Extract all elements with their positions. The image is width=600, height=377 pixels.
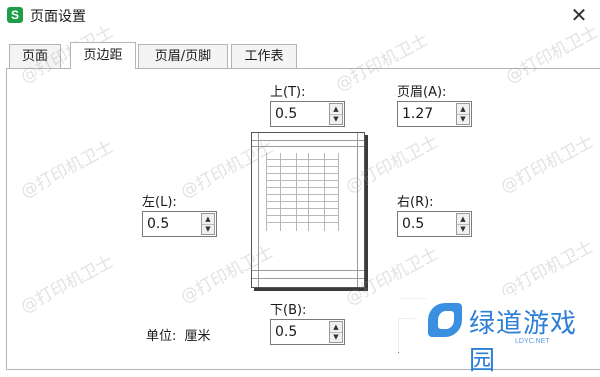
unit-value: 厘米 xyxy=(184,329,211,344)
spinner-buttons: ▲ ▼ xyxy=(456,103,470,125)
title-bar: S 页面设置 ✕ xyxy=(0,0,600,30)
bottom-margin-value[interactable]: 0.5 xyxy=(275,320,297,344)
bottom-margin-spinner[interactable]: 0.5 ▲ ▼ xyxy=(270,319,345,345)
tab-sheet[interactable]: 工作表 xyxy=(231,44,297,68)
top-margin-spinner[interactable]: 0.5 ▲ ▼ xyxy=(270,101,345,127)
left-margin-value[interactable]: 0.5 xyxy=(147,212,169,236)
top-margin-value[interactable]: 0.5 xyxy=(275,102,297,126)
decrement-arrow-icon[interactable]: ▼ xyxy=(330,332,342,342)
page-preview xyxy=(251,132,365,288)
close-button[interactable]: ✕ xyxy=(568,4,590,26)
spinner-buttons: ▲ ▼ xyxy=(201,213,215,235)
right-margin-spinner[interactable]: 0.5 ▲ ▼ xyxy=(397,211,472,237)
header-margin-spinner[interactable]: 1.27 ▲ ▼ xyxy=(397,101,472,127)
decrement-arrow-icon[interactable]: ▼ xyxy=(202,224,214,234)
tab-strip: 页面 页边距 页眉/页脚 工作表 xyxy=(0,42,600,69)
spinner-buttons: ▲ ▼ xyxy=(329,103,343,125)
left-margin-spinner[interactable]: 0.5 ▲ ▼ xyxy=(142,211,217,237)
right-margin-label: 右(R): xyxy=(397,195,434,210)
tab-page[interactable]: 页面 xyxy=(9,44,61,68)
right-margin-value[interactable]: 0.5 xyxy=(402,212,424,236)
spinner-buttons: ▲ ▼ xyxy=(456,213,470,235)
leaf-logo-inner xyxy=(438,311,454,329)
bottom-margin-label: 下(B): xyxy=(270,303,307,318)
dialog-title: 页面设置 xyxy=(30,9,86,25)
left-margin-label: 左(L): xyxy=(142,195,177,210)
unit-label: 单位: 厘米 xyxy=(146,325,211,344)
top-margin-label: 上(T): xyxy=(270,85,306,100)
wps-spreadsheet-icon: S xyxy=(7,7,23,23)
page-preview-drawing xyxy=(252,133,364,287)
unit-label-text: 单位: xyxy=(146,329,177,344)
tab-header-footer[interactable]: 页眉/页脚 xyxy=(138,44,228,68)
site-logo: 绿道游戏园 LDYC.NET xyxy=(395,295,600,376)
site-logo-subtext: LDYC.NET xyxy=(515,338,550,345)
header-margin-label: 页眉(A): xyxy=(397,85,447,100)
decrement-arrow-icon[interactable]: ▼ xyxy=(330,114,342,124)
tab-margins[interactable]: 页边距 xyxy=(70,42,136,69)
decrement-arrow-icon[interactable]: ▼ xyxy=(457,224,469,234)
decrement-arrow-icon[interactable]: ▼ xyxy=(457,114,469,124)
header-margin-value[interactable]: 1.27 xyxy=(402,102,433,126)
spinner-buttons: ▲ ▼ xyxy=(329,321,343,343)
